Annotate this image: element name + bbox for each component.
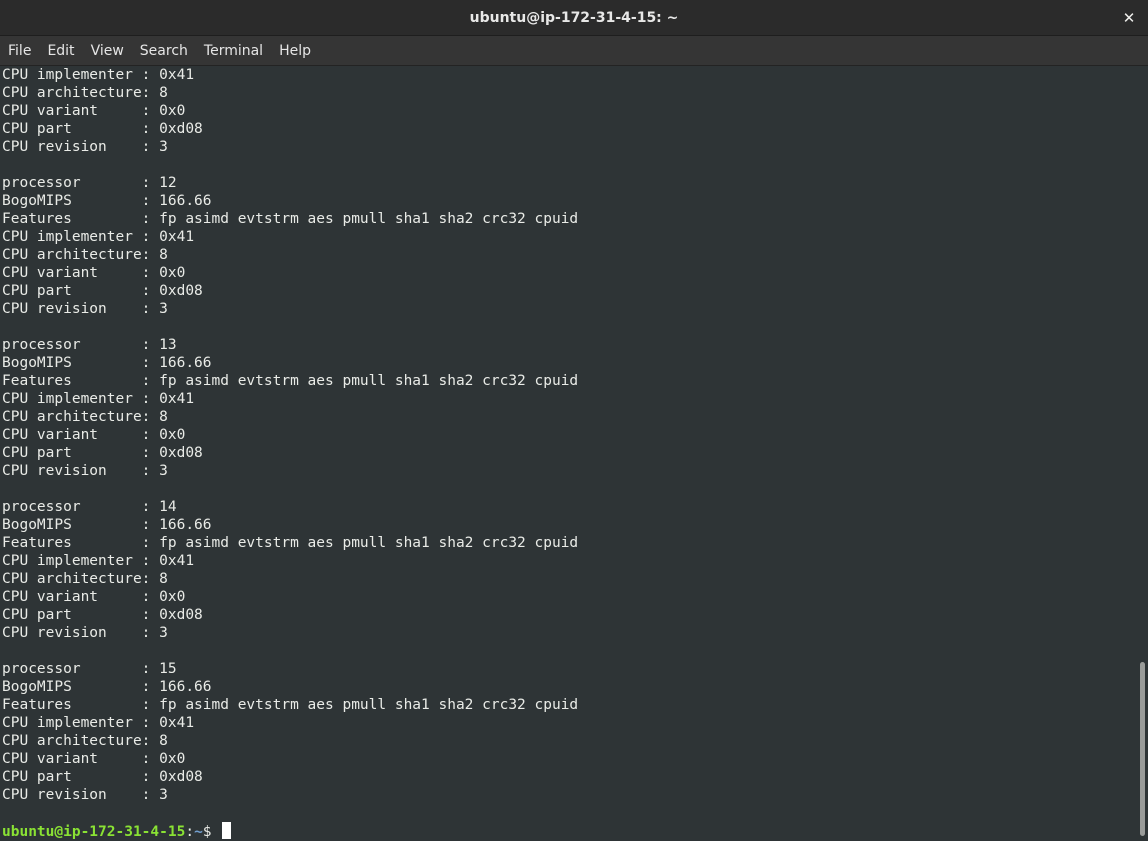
terminal-window: ubuntu@ip-172-31-4-15: ~ ✕ File Edit Vie… xyxy=(0,0,1148,841)
window-title: ubuntu@ip-172-31-4-15: ~ xyxy=(469,10,679,26)
text-cursor xyxy=(222,822,232,839)
menu-file[interactable]: File xyxy=(0,37,39,65)
menu-bar: File Edit View Search Terminal Help xyxy=(0,36,1148,66)
terminal-line: CPU part : 0xd08 xyxy=(2,445,203,461)
prompt-line[interactable]: ubuntu@ip-172-31-4-15:~$ xyxy=(2,822,578,840)
terminal-line: CPU variant : 0x0 xyxy=(2,589,186,605)
terminal-line: processor : 14 xyxy=(2,499,177,515)
scrollbar[interactable] xyxy=(1136,66,1148,841)
title-bar[interactable]: ubuntu@ip-172-31-4-15: ~ ✕ xyxy=(0,0,1148,36)
menu-help[interactable]: Help xyxy=(271,37,319,65)
menu-edit[interactable]: Edit xyxy=(39,37,82,65)
terminal-line: CPU architecture: 8 xyxy=(2,571,168,587)
terminal-line: CPU revision : 3 xyxy=(2,301,168,317)
terminal-line: CPU architecture: 8 xyxy=(2,85,168,101)
prompt-colon: : xyxy=(185,824,195,840)
prompt-user-host: ubuntu@ip-172-31-4-15 xyxy=(2,824,186,840)
terminal-line: CPU architecture: 8 xyxy=(2,409,168,425)
menu-terminal[interactable]: Terminal xyxy=(196,37,271,65)
terminal-line: CPU part : 0xd08 xyxy=(2,607,203,623)
terminal-line: CPU part : 0xd08 xyxy=(2,283,203,299)
menu-search[interactable]: Search xyxy=(132,37,196,65)
terminal-area[interactable]: CPU implementer : 0x41 CPU architecture: … xyxy=(0,66,1136,841)
terminal-line: processor : 15 xyxy=(2,661,177,677)
terminal-line: processor : 12 xyxy=(2,175,177,191)
terminal-line: BogoMIPS : 166.66 xyxy=(2,517,212,533)
terminal-line: CPU architecture: 8 xyxy=(2,247,168,263)
prompt-path: ~ xyxy=(194,824,203,840)
menu-view[interactable]: View xyxy=(83,37,132,65)
close-icon[interactable]: ✕ xyxy=(1118,7,1140,29)
terminal-line: CPU implementer : 0x41 xyxy=(2,391,195,407)
terminal-line: BogoMIPS : 166.66 xyxy=(2,193,212,209)
terminal-line: Features : fp asimd evtstrm aes pmull sh… xyxy=(2,697,579,713)
prompt-symbol: $ xyxy=(202,824,221,840)
terminal-line: CPU variant : 0x0 xyxy=(2,751,186,767)
terminal-line: CPU implementer : 0x41 xyxy=(2,553,195,569)
terminal-line: Features : fp asimd evtstrm aes pmull sh… xyxy=(2,535,579,551)
terminal-line: CPU revision : 3 xyxy=(2,463,168,479)
terminal-output: CPU implementer : 0x41 CPU architecture: … xyxy=(2,66,578,840)
terminal-line: CPU implementer : 0x41 xyxy=(2,67,195,83)
terminal-line: CPU revision : 3 xyxy=(2,787,168,803)
terminal-line: CPU architecture: 8 xyxy=(2,733,168,749)
terminal-line: CPU variant : 0x0 xyxy=(2,427,186,443)
terminal-line: Features : fp asimd evtstrm aes pmull sh… xyxy=(2,211,579,227)
terminal-line: CPU part : 0xd08 xyxy=(2,121,203,137)
terminal-line: CPU revision : 3 xyxy=(2,625,168,641)
terminal-line: CPU revision : 3 xyxy=(2,139,168,155)
scrollbar-thumb[interactable] xyxy=(1140,662,1145,836)
terminal-line: CPU variant : 0x0 xyxy=(2,103,186,119)
terminal-line: processor : 13 xyxy=(2,337,177,353)
terminal-line: BogoMIPS : 166.66 xyxy=(2,355,212,371)
terminal-line: CPU part : 0xd08 xyxy=(2,769,203,785)
terminal-line: BogoMIPS : 166.66 xyxy=(2,679,212,695)
terminal-line: CPU variant : 0x0 xyxy=(2,265,186,281)
terminal-line: CPU implementer : 0x41 xyxy=(2,715,195,731)
terminal-line: Features : fp asimd evtstrm aes pmull sh… xyxy=(2,373,579,389)
terminal-line: CPU implementer : 0x41 xyxy=(2,229,195,245)
